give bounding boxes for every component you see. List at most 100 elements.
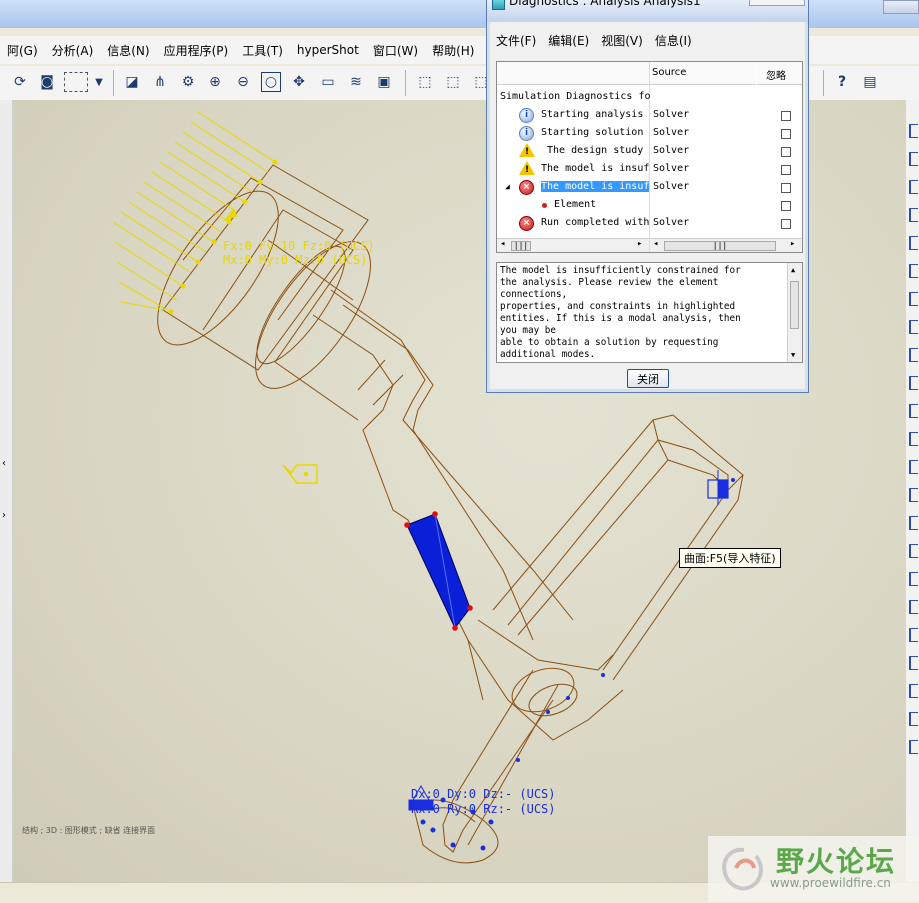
menu-window[interactable]: 窗口(W) bbox=[366, 42, 425, 59]
feature-tool-icon[interactable] bbox=[909, 600, 918, 614]
viewport-status-hint: 结构 ; 3D : 图形模式 ; 缺省 连接界面 bbox=[22, 826, 156, 835]
dialog-menu-edit[interactable]: 编辑(E) bbox=[548, 32, 589, 49]
tree-hscroll-right[interactable]: ◂ ||| ▸ bbox=[650, 238, 802, 252]
feature-tool-icon[interactable] bbox=[909, 740, 918, 754]
error-icon: × bbox=[519, 180, 534, 195]
wire-edge bbox=[652, 419, 744, 491]
highlighted-element[interactable] bbox=[404, 511, 473, 631]
whats-this-icon[interactable]: ? bbox=[832, 72, 852, 92]
ignore-checkbox[interactable] bbox=[781, 129, 791, 139]
dialog-body: 文件(F) 编辑(E) 视图(V) 信息(I) Source 忽略 Simula… bbox=[490, 22, 805, 389]
collapse-triangle-icon[interactable]: ◢ bbox=[505, 178, 510, 196]
feature-tool-icon[interactable] bbox=[909, 208, 918, 222]
tree-row[interactable]: i Starting solution bbox=[519, 124, 643, 142]
collapse-left-icon[interactable]: ‹ bbox=[2, 458, 6, 469]
ignore-checkbox[interactable] bbox=[781, 201, 791, 211]
hidden-line-icon[interactable]: ⬚ bbox=[443, 72, 463, 92]
spin-center-icon[interactable]: ✥ bbox=[289, 72, 309, 92]
tree-row[interactable]: Element bbox=[542, 196, 596, 214]
zoom-fit-icon[interactable]: ○ bbox=[261, 72, 281, 92]
source-cell: Solver bbox=[653, 163, 690, 174]
feature-tool-icon[interactable] bbox=[909, 292, 918, 306]
feature-tool-icon[interactable] bbox=[909, 320, 918, 334]
menu-help[interactable]: 帮助(H) bbox=[425, 42, 481, 59]
load-tag-icon[interactable] bbox=[282, 464, 318, 484]
tree-row[interactable]: i Starting analysis bbox=[519, 106, 643, 124]
feature-tool-icon[interactable] bbox=[909, 712, 918, 726]
ignore-checkbox[interactable] bbox=[781, 219, 791, 229]
warning-icon: ! bbox=[519, 143, 535, 157]
select-box-icon[interactable] bbox=[64, 72, 88, 92]
menu-info[interactable]: 信息(N) bbox=[100, 42, 156, 59]
feature-tool-icon[interactable] bbox=[909, 180, 918, 194]
feature-tool-icon[interactable] bbox=[909, 404, 918, 418]
dialog-menu-file[interactable]: 文件(F) bbox=[496, 32, 536, 49]
tree-hscroll-left[interactable]: ◂ ||| ▸ bbox=[497, 238, 649, 252]
ignore-checkbox[interactable] bbox=[781, 183, 791, 193]
orient-icon[interactable]: ⚙ bbox=[178, 72, 198, 92]
zoom-in-icon[interactable]: ⊕ bbox=[205, 72, 225, 92]
wire-edge bbox=[157, 190, 279, 346]
repaint-icon[interactable]: ⟳ bbox=[10, 72, 30, 92]
feature-tool-icon[interactable] bbox=[909, 544, 918, 558]
tree-header-ignore[interactable]: 忽略 bbox=[757, 62, 802, 85]
tree-row-selected[interactable]: ◢ × The model is insuf bbox=[505, 178, 650, 196]
feature-tool-icon[interactable] bbox=[909, 236, 918, 250]
model-tree-icon[interactable]: ▤ bbox=[860, 72, 880, 92]
zoom-out-icon[interactable]: ⊖ bbox=[233, 72, 253, 92]
ignore-checkbox[interactable] bbox=[781, 147, 791, 157]
feature-tool-icon[interactable] bbox=[909, 628, 918, 642]
annotation-icon[interactable]: ▭ bbox=[318, 72, 338, 92]
dialog-title: Diagnostics : Analysis Analysis1 bbox=[509, 0, 701, 8]
dialog-window-controls[interactable] bbox=[749, 0, 805, 6]
tree-header-name[interactable] bbox=[497, 62, 649, 85]
shaded-icon[interactable]: ⬚ bbox=[415, 72, 435, 92]
message-vscroll[interactable]: ▲ ▼ bbox=[787, 263, 802, 362]
watermark-url: www.proewildfire.cn bbox=[770, 876, 891, 890]
feature-tool-icon[interactable] bbox=[909, 264, 918, 278]
diagnostics-tree[interactable]: Source 忽略 Simulation Diagnostics fo i St… bbox=[496, 61, 803, 253]
menu-applications[interactable]: 应用程序(P) bbox=[157, 42, 236, 59]
feature-tool-icon[interactable] bbox=[909, 348, 918, 362]
datum-point-icon[interactable]: ⋔ bbox=[150, 72, 170, 92]
col-source-label: Source bbox=[652, 67, 687, 78]
feature-tool-icon[interactable] bbox=[909, 684, 918, 698]
menu-partial[interactable]: 阿(G) bbox=[0, 42, 45, 59]
tree-root[interactable]: Simulation Diagnostics fo bbox=[500, 88, 651, 106]
info-icon: i bbox=[519, 126, 534, 141]
ignore-checkbox[interactable] bbox=[781, 111, 791, 121]
tree-row[interactable]: ! The design study bbox=[519, 142, 643, 160]
tree-row[interactable]: × Run completed with bbox=[519, 214, 649, 232]
dialog-menu-info[interactable]: 信息(I) bbox=[655, 32, 692, 49]
surface-tooltip: 曲面:F5(导入特征) bbox=[679, 548, 781, 568]
feature-tool-icon[interactable] bbox=[909, 376, 918, 390]
sketch-icon[interactable]: ◪ bbox=[122, 72, 142, 92]
ignore-checkbox[interactable] bbox=[781, 165, 791, 175]
feature-tool-icon[interactable] bbox=[909, 572, 918, 586]
dialog-menu-view[interactable]: 视图(V) bbox=[601, 32, 643, 49]
feature-tool-icon[interactable] bbox=[909, 656, 918, 670]
close-button[interactable]: 关闭 bbox=[627, 369, 669, 388]
menu-analysis[interactable]: 分析(A) bbox=[45, 42, 101, 59]
binoculars-icon[interactable]: ◙ bbox=[37, 72, 57, 92]
message-detail-box[interactable]: The model is insufficiently constrained … bbox=[496, 262, 803, 363]
menu-hypershot[interactable]: hyperShot bbox=[290, 43, 366, 57]
wire-edge bbox=[442, 669, 554, 853]
feature-tool-icon[interactable] bbox=[909, 516, 918, 530]
source-cell: Solver bbox=[653, 181, 690, 192]
menu-tools[interactable]: 工具(T) bbox=[235, 42, 290, 59]
feature-tool-icon[interactable] bbox=[909, 460, 918, 474]
feature-tool-icon[interactable] bbox=[909, 152, 918, 166]
window-controls[interactable] bbox=[883, 0, 919, 14]
feature-tool-icon[interactable] bbox=[909, 488, 918, 502]
feature-tool-icon[interactable] bbox=[909, 124, 918, 138]
dialog-titlebar[interactable]: Diagnostics : Analysis Analysis1 bbox=[487, 0, 808, 22]
feature-tool-icon[interactable] bbox=[909, 432, 918, 446]
saved-views-icon[interactable]: ▣ bbox=[374, 72, 394, 92]
tree-row[interactable]: ! The model is insuf bbox=[519, 160, 649, 178]
tree-header-source[interactable]: Source bbox=[650, 62, 756, 85]
layers-icon[interactable]: ≋ bbox=[346, 72, 366, 92]
expand-right-icon[interactable]: › bbox=[2, 510, 6, 521]
right-constraint-marker[interactable] bbox=[707, 470, 729, 505]
dropdown-icon[interactable]: ▼ bbox=[89, 72, 109, 92]
